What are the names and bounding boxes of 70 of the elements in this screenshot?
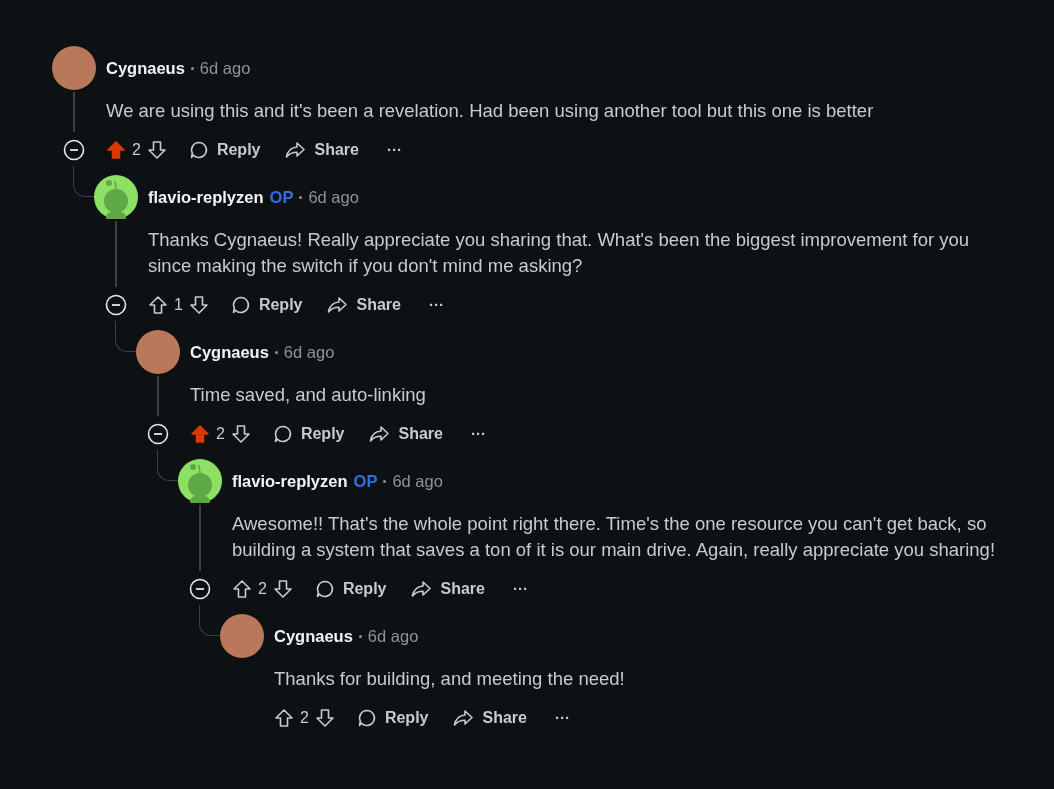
share-arrow-icon <box>284 140 307 160</box>
thread-line <box>199 505 201 571</box>
reply-button[interactable]: Reply <box>270 418 347 450</box>
speech-bubble-icon <box>356 708 377 728</box>
vote-count: 2 <box>216 424 225 444</box>
collapse-icon[interactable] <box>189 578 211 600</box>
vote-count: 2 <box>132 140 141 160</box>
speech-bubble-icon <box>230 295 251 315</box>
avatar-icon <box>178 459 222 503</box>
thread-line <box>115 221 117 287</box>
more-options-button[interactable]: ··· <box>512 577 528 601</box>
timestamp: 6d ago <box>367 625 419 647</box>
comment-text: Time saved, and auto-linking <box>190 383 427 407</box>
username[interactable]: Cygnaeus <box>274 623 353 649</box>
share-button[interactable]: Share <box>366 418 445 450</box>
reply-button[interactable]: Reply <box>186 134 263 166</box>
speech-bubble-icon <box>188 140 209 160</box>
avatar-photo-placeholder <box>136 330 180 374</box>
collapse-icon[interactable] <box>147 423 169 445</box>
comment-text: Thanks for building, and meeting the need! <box>274 667 626 691</box>
share-button[interactable]: Share <box>450 702 529 734</box>
thread-line <box>115 321 136 352</box>
username[interactable]: Cygnaeus <box>106 55 185 81</box>
downvote-icon[interactable] <box>272 579 293 599</box>
share-button[interactable]: Share <box>408 573 487 605</box>
downvote-icon[interactable] <box>188 295 209 315</box>
timestamp: 6d ago <box>199 57 251 79</box>
avatar-icon <box>94 175 138 219</box>
vote-count: 2 <box>300 708 309 728</box>
upvote-icon[interactable] <box>274 708 294 728</box>
comment-text: Awesome!! That's the whole point right there. Time's the one resource you can't get back, so building a system that saves a ton of it is our main drive. Again, really appreciate you sharing! <box>232 512 997 562</box>
op-label: OP <box>269 186 294 208</box>
upvote-icon[interactable] <box>232 579 252 599</box>
avatar-photo-placeholder <box>220 614 264 658</box>
thread-line <box>157 376 159 416</box>
comment-text: We are using this and it's been a revelation. Had been using another tool but this one is better <box>106 99 875 123</box>
downvote-icon[interactable] <box>314 708 335 728</box>
reply-button[interactable]: Reply <box>354 702 431 734</box>
comment-text: Thanks Cygnaeus! Really appreciate you sharing that. What's been the biggest improvement for you since making the switch if you don't mind me asking? <box>148 228 971 278</box>
thread-line <box>73 92 75 132</box>
username[interactable]: Cygnaeus <box>190 339 269 365</box>
share-arrow-icon <box>410 579 433 599</box>
share-arrow-icon <box>326 295 349 315</box>
share-button[interactable]: Share <box>282 134 361 166</box>
more-options-button[interactable]: ··· <box>554 706 570 730</box>
speech-bubble-icon <box>272 424 293 444</box>
timestamp: 6d ago <box>283 341 335 363</box>
username[interactable]: flavio-replyzen <box>148 184 264 210</box>
more-options-button[interactable]: ··· <box>470 422 486 446</box>
reply-button[interactable]: Reply <box>312 573 389 605</box>
avatar-photo-placeholder <box>52 46 96 90</box>
vote-count: 1 <box>174 295 183 315</box>
downvote-icon[interactable] <box>146 140 167 160</box>
reply-button[interactable]: Reply <box>228 289 305 321</box>
downvote-icon[interactable] <box>230 424 251 444</box>
collapse-icon[interactable] <box>63 139 85 161</box>
share-arrow-icon <box>452 708 475 728</box>
collapse-icon[interactable] <box>105 294 127 316</box>
share-arrow-icon <box>368 424 391 444</box>
share-button[interactable]: Share <box>324 289 403 321</box>
more-options-button[interactable]: ··· <box>386 138 402 162</box>
thread-line <box>199 605 220 636</box>
upvote-icon[interactable] <box>148 295 168 315</box>
speech-bubble-icon <box>314 579 335 599</box>
vote-count: 2 <box>258 579 267 599</box>
op-label: OP <box>353 470 378 492</box>
timestamp: 6d ago <box>308 186 359 208</box>
username[interactable]: flavio-replyzen <box>232 468 348 494</box>
timestamp: 6d ago <box>392 470 443 492</box>
more-options-button[interactable]: ··· <box>428 293 444 317</box>
